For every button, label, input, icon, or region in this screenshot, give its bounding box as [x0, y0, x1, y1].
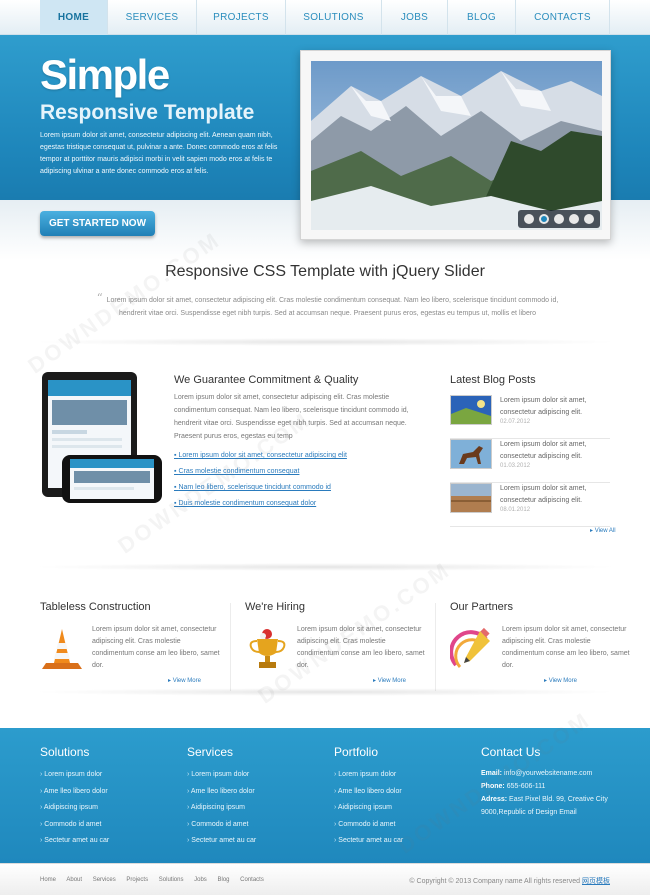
bottom-link-solutions[interactable]: Solutions	[159, 877, 184, 883]
pencil-arc-icon	[449, 625, 495, 673]
copyright-text: © Copyright © 2013 Company name All righ…	[409, 878, 581, 885]
footer-list-services: Lorem ipsum dolor Ame lleo libero dolor …	[187, 767, 256, 850]
bottom-links: Home About Services Projects Solutions J…	[40, 877, 273, 883]
view-more-link[interactable]: ▸ View More	[168, 677, 201, 684]
footer-link[interactable]: Commodo id amet	[334, 817, 403, 834]
footer-link[interactable]: Sectetur amet au car	[40, 833, 109, 850]
view-more-link[interactable]: ▸ View More	[373, 677, 406, 684]
nav-contacts[interactable]: CONTACTS	[516, 0, 610, 35]
footer-title-services: Services	[187, 745, 234, 759]
footer-link[interactable]: Commodo id amet	[40, 817, 109, 834]
blog-title: Latest Blog Posts	[450, 374, 536, 386]
blog-post: Lorem ipsum dolor sit amet, consectetur …	[450, 395, 610, 439]
slider-image	[311, 61, 602, 230]
copyright: © Copyright © 2013 Company name All righ…	[409, 876, 610, 886]
bottom-link-blog[interactable]: Blog	[217, 877, 229, 883]
blog-post-date: 02.07.2012	[500, 419, 531, 425]
hero-text: Lorem ipsum dolor sit amet, consectetur …	[40, 132, 278, 175]
bottom-link-about[interactable]: About	[66, 877, 82, 883]
column-separator	[435, 603, 436, 691]
footer-list-solutions: Lorem ipsum dolor Ame lleo libero dolor …	[40, 767, 109, 850]
slider-dot-3[interactable]	[554, 214, 564, 224]
image-slider	[300, 50, 611, 240]
nav-home[interactable]: HOME	[40, 0, 108, 35]
view-more-label: View More	[377, 678, 406, 684]
nav-solutions[interactable]: SOLUTIONS	[286, 0, 382, 35]
bottom-link-services[interactable]: Services	[93, 877, 116, 883]
footer-link[interactable]: Ame lleo libero dolor	[334, 784, 403, 801]
footer-link[interactable]: Aidipiscing ipsum	[40, 800, 109, 817]
blog-post-date: 01.03.2012	[500, 463, 531, 469]
blog-post-text: Lorem ipsum dolor sit amet, consectetur …	[500, 485, 587, 504]
bottom-link-home[interactable]: Home	[40, 877, 56, 883]
brand-link[interactable]: 网页模板	[582, 878, 610, 885]
traffic-cone-icon	[40, 625, 85, 673]
slider-dot-5[interactable]	[584, 214, 594, 224]
column-text-partners: Lorem ipsum dolor sit amet, consectetur …	[502, 626, 630, 669]
footer-link[interactable]: Lorem ipsum dolor	[187, 767, 256, 784]
nav-services[interactable]: SERVICES	[108, 0, 197, 35]
bottom-link-projects[interactable]: Projects	[126, 877, 148, 883]
footer-title-portfolio: Portfolio	[334, 745, 379, 759]
footer-link[interactable]: Sectetur amet au car	[334, 833, 403, 850]
contact-address: Adress: East Pixel Bld. 99, Creative Cit…	[481, 793, 631, 819]
view-more-link[interactable]: ▸ View More	[544, 677, 577, 684]
devices-image	[40, 370, 165, 510]
column-text-tableless: Lorem ipsum dolor sit amet, consectetur …	[92, 626, 220, 669]
footer-link[interactable]: Lorem ipsum dolor	[40, 767, 109, 784]
footer-link[interactable]: Aidipiscing ipsum	[187, 800, 256, 817]
guarantee-link[interactable]: Lorem ipsum dolor sit amet, consectetur …	[174, 448, 414, 464]
get-started-button[interactable]: GET STARTED NOW	[40, 211, 155, 236]
blog-post: Lorem ipsum dolor sit amet, consectetur …	[450, 439, 610, 483]
blog-thumbnail[interactable]	[450, 439, 492, 469]
blog-thumbnail[interactable]	[450, 395, 492, 425]
divider	[30, 563, 620, 571]
blog-post-date: 08.01.2012	[500, 507, 531, 513]
slider-dot-4[interactable]	[569, 214, 579, 224]
footer-link[interactable]: Lorem ipsum dolor	[334, 767, 403, 784]
hero-title: Simple	[40, 51, 170, 98]
view-all-label: View All	[594, 528, 616, 534]
column-title-partners: Our Partners	[450, 601, 513, 613]
guarantee-title: We Guarantee Commitment & Quality	[174, 374, 359, 386]
blog-post-text: Lorem ipsum dolor sit amet, consectetur …	[500, 397, 587, 416]
footer-link[interactable]: Ame lleo libero dolor	[187, 784, 256, 801]
footer-title-solutions: Solutions	[40, 745, 90, 759]
blog-thumbnail[interactable]	[450, 483, 492, 513]
column-title-hiring: We're Hiring	[245, 601, 305, 613]
view-more-label: View More	[172, 678, 201, 684]
intro-text: “ Lorem ipsum dolor sit amet, consectetu…	[95, 292, 560, 320]
bottom-link-contacts[interactable]: Contacts	[240, 877, 264, 883]
divider	[30, 688, 620, 696]
footer-link[interactable]: Ame lleo libero dolor	[40, 784, 109, 801]
footer-link[interactable]: Commodo id amet	[187, 817, 256, 834]
bottom-link-jobs[interactable]: Jobs	[194, 877, 207, 883]
nav-jobs[interactable]: JOBS	[382, 0, 448, 35]
blog-post-text: Lorem ipsum dolor sit amet, consectetur …	[500, 441, 587, 460]
column-separator	[230, 603, 231, 691]
slider-dot-1[interactable]	[524, 214, 534, 224]
view-more-label: View More	[548, 678, 577, 684]
view-all-link[interactable]: ▸ View All	[590, 527, 616, 534]
intro-body: Lorem ipsum dolor sit amet, consectetur …	[106, 297, 559, 317]
footer-link[interactable]: Aidipiscing ipsum	[334, 800, 403, 817]
slider-pagination	[518, 210, 600, 228]
nav-projects[interactable]: PROJECTS	[197, 0, 286, 35]
divider	[30, 338, 620, 346]
nav-blog[interactable]: BLOG	[448, 0, 516, 35]
top-navigation: HOME SERVICES PROJECTS SOLUTIONS JOBS BL…	[0, 0, 650, 35]
blog-post: Lorem ipsum dolor sit amet, consectetur …	[450, 483, 610, 527]
footer-link[interactable]: Sectetur amet au car	[187, 833, 256, 850]
intro-title: Responsive CSS Template with jQuery Slid…	[165, 263, 485, 280]
slider-dot-2[interactable]	[539, 214, 549, 224]
column-title-tableless: Tableless Construction	[40, 601, 151, 613]
hero-subtitle: Responsive Template	[40, 101, 255, 124]
